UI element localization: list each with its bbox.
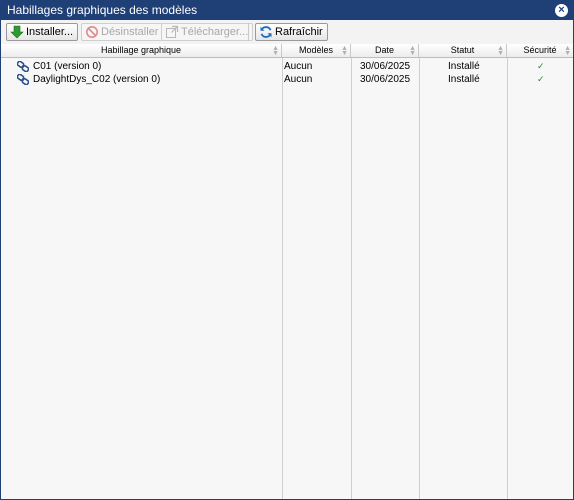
theme-link-icon (16, 73, 30, 86)
theme-models: Aucun (284, 61, 313, 72)
security-check-icon: ✓ (537, 61, 545, 71)
sort-icon: ▲ ▼ (272, 45, 279, 57)
column-divider (419, 58, 420, 499)
sort-icon: ▲ ▼ (564, 45, 571, 57)
uninstall-label: Désinstaller (101, 26, 159, 38)
no-entry-icon (85, 25, 99, 39)
theme-name: C01 (version 0) (33, 61, 102, 72)
theme-models: Aucun (284, 74, 313, 85)
column-divider (351, 58, 352, 499)
theme-name: DaylightDys_C02 (version 0) (33, 74, 161, 85)
refresh-label: Rafraîchir (275, 26, 323, 38)
table-row[interactable]: C01 (version 0) Aucun 30/06/2025 Install… (1, 60, 573, 73)
theme-link-icon (16, 60, 30, 73)
column-header-statut[interactable]: Statut ▲ ▼ (419, 44, 507, 57)
toolbar-separator (248, 23, 249, 41)
download-label: Télécharger... (181, 26, 249, 38)
column-header-label: Date (374, 45, 394, 55)
column-header-label: Habillage graphique (100, 45, 182, 55)
dialog-title: Habillages graphiques des modèles (7, 3, 198, 17)
dialog-window: Habillages graphiques des modèles × Inst… (0, 0, 574, 500)
download-arrow-icon (10, 25, 24, 39)
column-header-securite[interactable]: Sécurité ▲ ▼ (507, 44, 573, 57)
refresh-button[interactable]: Rafraîchir (255, 23, 328, 41)
column-header-date[interactable]: Date ▲ ▼ (351, 44, 419, 57)
security-check-icon: ✓ (537, 74, 545, 84)
table-row[interactable]: DaylightDys_C02 (version 0) Aucun 30/06/… (1, 73, 573, 86)
install-label: Installer... (26, 26, 74, 38)
sort-icon: ▲ ▼ (497, 45, 504, 57)
column-header-label: Modèles (298, 45, 334, 55)
themes-table: Habillage graphique ▲ ▼ Modèles ▲ ▼ Date ▲… (1, 44, 573, 499)
refresh-icon (259, 25, 273, 39)
theme-status: Installé (448, 61, 480, 72)
column-divider (507, 58, 508, 499)
column-header-modeles[interactable]: Modèles ▲ ▼ (282, 44, 351, 57)
theme-date: 30/06/2025 (360, 61, 411, 72)
sort-icon: ▲ ▼ (341, 45, 348, 57)
close-icon[interactable]: × (555, 4, 568, 17)
download-button[interactable]: Télécharger... (161, 23, 254, 41)
install-button[interactable]: Installer... (6, 23, 79, 41)
theme-date: 30/06/2025 (360, 74, 411, 85)
external-link-icon (165, 25, 179, 39)
column-divider (282, 58, 283, 499)
toolbar: Installer... Désinstaller Télécharger...… (1, 20, 573, 45)
sort-icon: ▲ ▼ (409, 45, 416, 57)
column-header-habillage[interactable]: Habillage graphique ▲ ▼ (1, 44, 282, 57)
title-bar: Habillages graphiques des modèles × (1, 1, 573, 20)
column-header-label: Sécurité (523, 45, 557, 55)
theme-status: Installé (448, 74, 480, 85)
column-header-label: Statut (450, 45, 475, 55)
table-header: Habillage graphique ▲ ▼ Modèles ▲ ▼ Date ▲… (1, 44, 573, 58)
uninstall-button[interactable]: Désinstaller (81, 23, 164, 41)
